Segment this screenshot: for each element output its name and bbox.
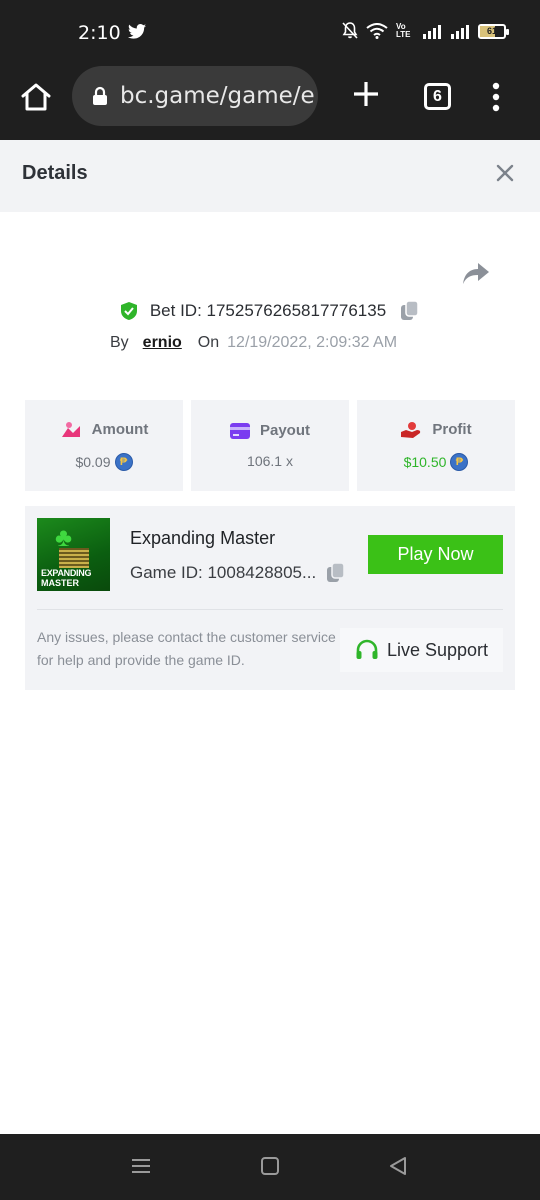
new-tab-icon[interactable]: [352, 80, 380, 108]
mute-bell-icon: [342, 22, 358, 39]
signal-icon-2: [451, 24, 469, 39]
bet-meta-row: By ernio On 12/19/2022, 2:09:32 AM: [110, 334, 397, 352]
bet-stats: Amount $0.09 ₱ Payout 106.1 x Profit $10…: [25, 400, 515, 491]
amount-stat: Amount $0.09 ₱: [25, 400, 183, 491]
verified-shield-icon: [120, 302, 137, 320]
play-now-button[interactable]: Play Now: [368, 535, 503, 574]
url-text: bc.game/game/e: [120, 83, 315, 109]
details-header: Details: [0, 140, 540, 212]
lock-icon: [93, 86, 107, 105]
payout-value: 106.1 x: [247, 453, 293, 469]
game-id: Game ID: 1008428805...: [130, 563, 317, 582]
address-bar[interactable]: bc.game/game/e: [72, 66, 318, 126]
close-icon[interactable]: [496, 164, 514, 182]
divider: [37, 609, 503, 610]
battery-icon: 61: [478, 23, 509, 39]
profit-stat: Profit $10.50 ₱: [357, 400, 515, 491]
payout-stat: Payout 106.1 x: [191, 400, 349, 491]
payout-card-icon: [229, 422, 250, 439]
copy-icon[interactable]: [400, 300, 420, 322]
home-nav-icon[interactable]: [260, 1156, 280, 1176]
overflow-menu-icon[interactable]: [490, 82, 502, 112]
coin-stack-graphic: [59, 548, 89, 568]
game-thumbnail[interactable]: ♣ EXPANDING MASTER: [37, 518, 110, 591]
on-label: On: [197, 334, 220, 351]
support-note: Any issues, please contact the customer …: [37, 629, 336, 668]
amount-icon: [61, 421, 80, 437]
game-card: ♣ EXPANDING MASTER Expanding Master Game…: [25, 506, 515, 690]
profit-value: $10.50: [403, 453, 447, 470]
coin-icon: ₱: [114, 452, 133, 471]
bet-date: 12/19/2022, 2:09:32 AM: [227, 334, 398, 351]
tab-switcher-button[interactable]: 6: [424, 83, 451, 110]
back-icon[interactable]: [388, 1156, 408, 1176]
status-bar: 2:10 Vo LTE 61: [0, 0, 540, 66]
page-title: Details: [22, 162, 88, 184]
bet-id: Bet ID: 1752576265817776135: [149, 301, 387, 320]
by-label: By: [110, 334, 129, 351]
copy-icon[interactable]: [326, 562, 346, 584]
game-id-row: Game ID: 1008428805...: [130, 562, 346, 584]
profit-hand-icon: [401, 421, 421, 438]
recent-apps-icon[interactable]: [131, 1156, 151, 1176]
headset-icon: [356, 639, 378, 659]
system-nav-bar: [0, 1134, 540, 1200]
bet-id-row: Bet ID: 1752576265817776135: [0, 300, 540, 322]
share-icon[interactable]: [462, 262, 490, 286]
live-support-button[interactable]: Live Support: [340, 628, 503, 672]
status-time: 2:10: [78, 22, 121, 44]
coin-icon: ₱: [450, 452, 469, 471]
wifi-icon: [366, 23, 388, 39]
amount-value: $0.09: [75, 453, 111, 470]
browser-toolbar: bc.game/game/e 6: [0, 66, 540, 140]
home-icon[interactable]: [20, 82, 52, 112]
game-name: Expanding Master: [130, 528, 276, 548]
network-label: Vo LTE: [396, 22, 411, 39]
twitter-icon: [128, 24, 146, 39]
signal-icon: [423, 24, 441, 39]
username-link[interactable]: ernio: [143, 334, 182, 352]
